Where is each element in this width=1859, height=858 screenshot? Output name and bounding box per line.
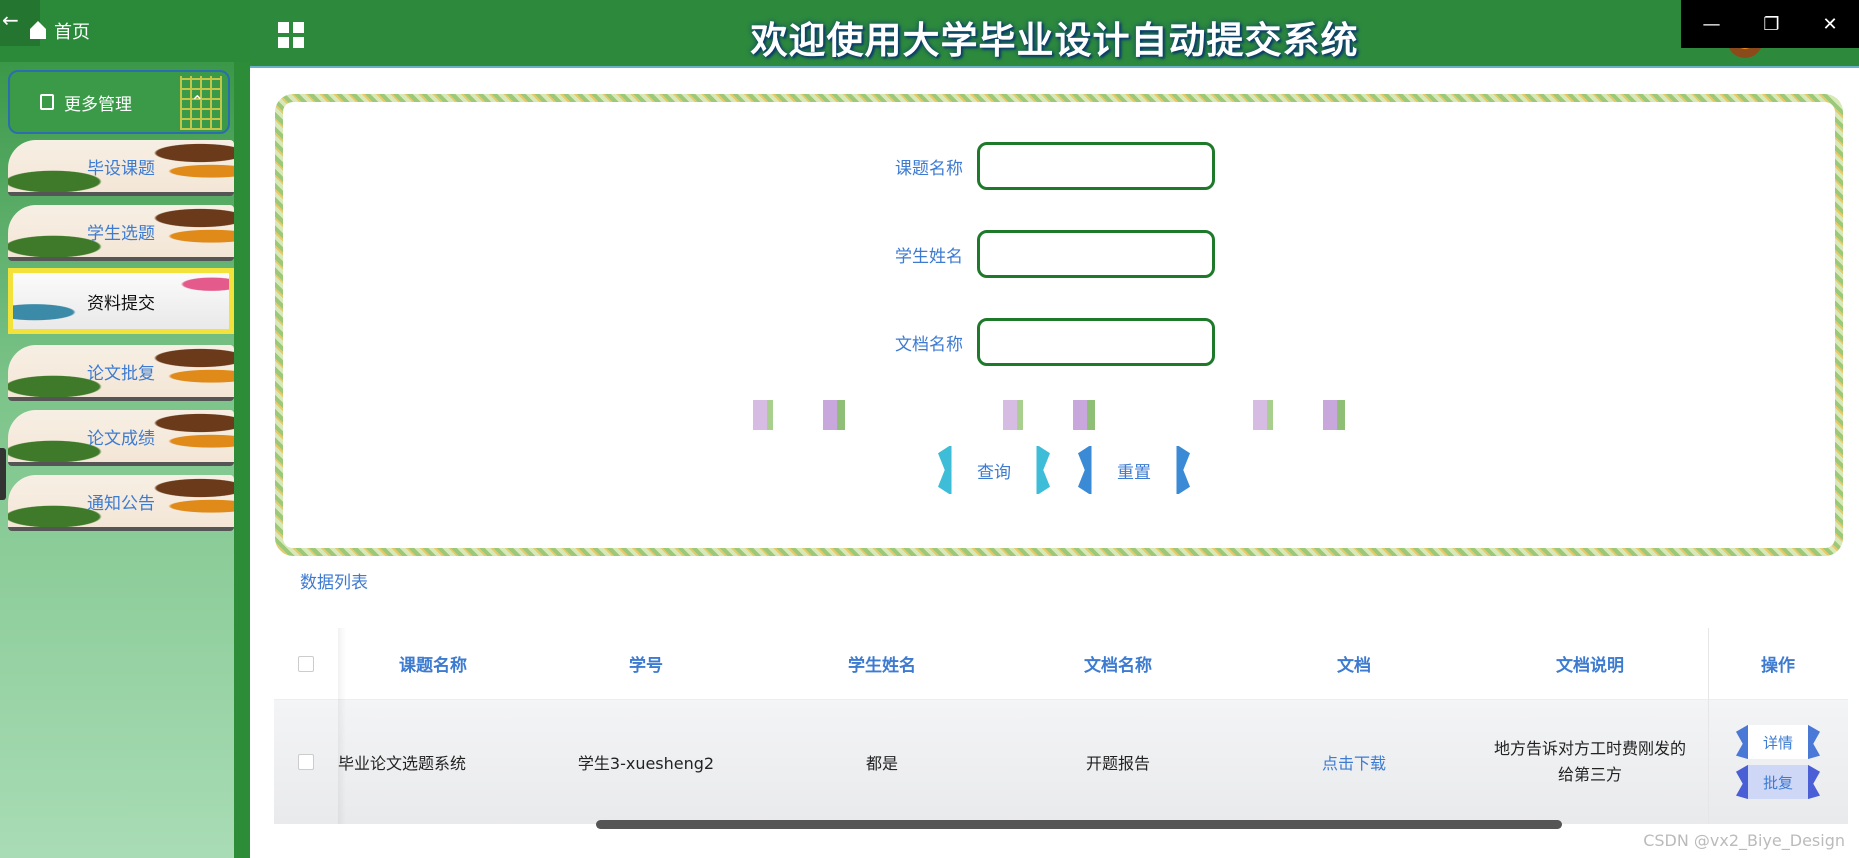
document-icon xyxy=(40,94,54,110)
watermark: CSDN @vx2_Biye_Design xyxy=(1643,831,1845,850)
column-header[interactable]: 课题名称 xyxy=(338,651,528,676)
sidebar-item-thesis-score[interactable]: 论文成绩 xyxy=(8,410,234,466)
sidebar-item-home[interactable]: 首页 xyxy=(30,18,90,44)
table-header: 课题名称 学号 学生姓名 文档名称 文档 文档说明 操作 xyxy=(274,628,1848,700)
menu-label: 学生选题 xyxy=(87,223,155,244)
select-all-checkbox[interactable] xyxy=(298,655,314,672)
query-button[interactable]: 查询 xyxy=(938,446,1050,494)
field-label: 课题名称 xyxy=(895,158,963,179)
flower-decoration xyxy=(713,400,1433,430)
field-topic: 课题名称 xyxy=(883,142,1215,190)
home-label: 首页 xyxy=(54,22,90,43)
chevron-up-icon[interactable]: ⌃ xyxy=(191,92,204,111)
cell-student-no: 学生3-xuesheng2 xyxy=(577,754,715,773)
student-name-input[interactable] xyxy=(977,230,1215,278)
column-header[interactable]: 学生姓名 xyxy=(764,651,1000,676)
restore-icon[interactable]: ❐ xyxy=(1763,14,1779,35)
field-label: 文档名称 xyxy=(895,334,963,355)
column-header[interactable]: 文档名称 xyxy=(1000,651,1236,676)
menu-label: 通知公告 xyxy=(87,493,155,514)
topic-input[interactable] xyxy=(977,142,1215,190)
doc-name-input[interactable] xyxy=(977,318,1215,366)
menu-label: 论文成绩 xyxy=(87,428,155,449)
column-header[interactable]: 学号 xyxy=(528,651,764,676)
sidebar-item-notices[interactable]: 通知公告 xyxy=(8,475,234,531)
sidebar-item-student-selection[interactable]: 学生选题 xyxy=(8,205,234,261)
table-row[interactable]: 毕业论文选题系统 学生3-xuesheng2 都是 开题报告 点击下载 地方告诉… xyxy=(274,700,1848,824)
search-panel: 课题名称 学生姓名 文档名称 查询 重置 xyxy=(275,94,1843,556)
menu-label: 资料提交 xyxy=(87,293,155,314)
sidebar-group-more[interactable]: 更多管理 ⌃ xyxy=(8,70,230,134)
header: 欢迎使用大学毕业设计自动提交系统 — ❐ ✕ xyxy=(250,0,1859,68)
list-title: 数据列表 xyxy=(300,573,368,593)
group-label: 更多管理 xyxy=(64,94,132,115)
sidebar-edge xyxy=(234,62,250,858)
close-icon[interactable]: ✕ xyxy=(1822,14,1837,35)
fixed-column-shadow xyxy=(338,628,346,824)
field-label: 学生姓名 xyxy=(895,246,963,267)
row-checkbox[interactable] xyxy=(298,754,314,770)
column-header[interactable]: 文档 xyxy=(1236,651,1472,676)
field-student-name: 学生姓名 xyxy=(883,230,1215,278)
field-doc-name: 文档名称 xyxy=(883,318,1215,366)
sidebar-item-submission[interactable]: 资料提交 xyxy=(8,268,234,334)
cell-topic: 毕业论文选题系统 xyxy=(338,754,467,773)
fixed-actions-column xyxy=(1708,628,1848,824)
column-header[interactable]: 文档说明 xyxy=(1472,651,1708,676)
select-all-cell xyxy=(274,655,338,672)
back-arrow-icon: ← xyxy=(2,8,19,32)
download-link[interactable]: 点击下载 xyxy=(1236,750,1472,774)
page-title: 欢迎使用大学毕业设计自动提交系统 xyxy=(750,19,1359,62)
horizontal-scrollbar[interactable] xyxy=(596,820,1562,829)
sidebar-item-topics[interactable]: 毕设课题 xyxy=(8,140,234,196)
sidebar-item-thesis-reply[interactable]: 论文批复 xyxy=(8,345,234,401)
menu-label: 论文批复 xyxy=(87,363,155,384)
cell-doc-desc: 地方告诉对方工时费刚发的给第三方 xyxy=(1493,739,1686,784)
cell-doc-name: 开题报告 xyxy=(1085,754,1150,773)
row-select-cell xyxy=(274,754,338,770)
home-icon xyxy=(30,21,46,39)
data-table: 课题名称 学号 学生姓名 文档名称 文档 文档说明 操作 毕业论文选题系统 学生… xyxy=(274,628,1848,824)
minimize-icon[interactable]: — xyxy=(1702,14,1720,35)
menu-label: 毕设课题 xyxy=(87,158,155,179)
reset-button[interactable]: 重置 xyxy=(1078,446,1190,494)
cell-student-name: 都是 xyxy=(865,754,898,773)
sidebar: ← 首页 更多管理 ⌃ 毕设课题 学生选题 资料提交 论文批复 论文成绩 通知公… xyxy=(0,0,250,858)
window-controls: — ❐ ✕ xyxy=(1681,0,1859,48)
sidebar-drag-handle[interactable] xyxy=(0,448,6,500)
